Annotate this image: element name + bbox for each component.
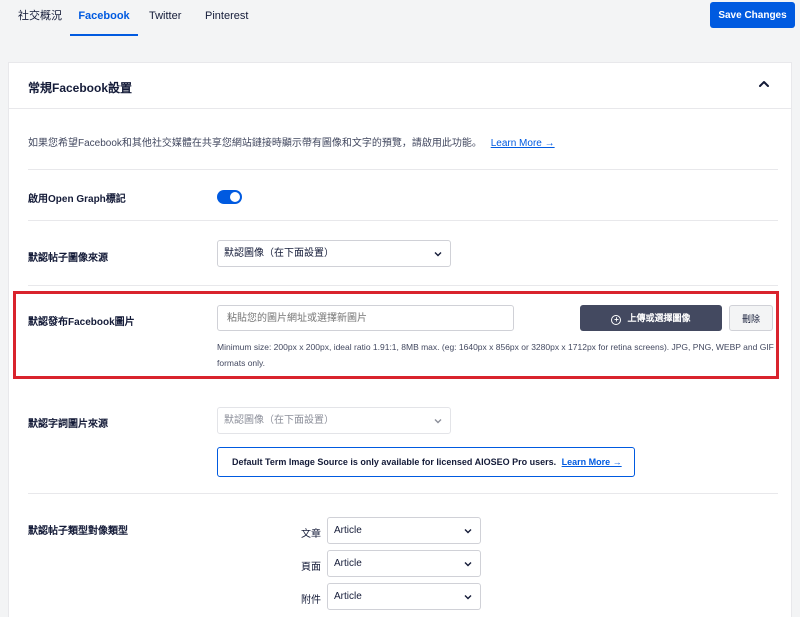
description-text: 如果您希望Facebook和其他社交媒體在共享您網站鏈接時顯示帶有圖像和文字的預… <box>28 138 482 149</box>
toggle-knob <box>230 192 240 202</box>
image-size-hint: Minimum size: 200px x 200px, ideal ratio… <box>217 342 774 368</box>
image-url-input[interactable] <box>217 305 514 331</box>
object-type-row-label: 頁面 <box>301 562 321 573</box>
tab-facebook[interactable]: Facebook <box>70 0 138 36</box>
chevron-down-icon <box>434 252 442 257</box>
object-type-value: Article <box>334 558 362 569</box>
term-image-source-value: 默認圖像（在下面設置） <box>224 415 334 426</box>
save-changes-button[interactable]: Save Changes <box>710 2 795 28</box>
divider <box>28 493 778 494</box>
object-type-row-label: 文章 <box>301 529 321 540</box>
post-image-source-value: 默認圖像（在下面設置） <box>224 248 334 259</box>
divider <box>28 285 778 286</box>
open-graph-toggle[interactable] <box>217 190 242 204</box>
upload-image-label: 上傳或選擇圖像 <box>627 313 691 323</box>
tab-pinterest[interactable]: Pinterest <box>205 0 248 36</box>
object-type-value: Article <box>334 591 362 602</box>
tab-social-overview[interactable]: 社交概況 <box>18 0 62 36</box>
chevron-down-icon <box>464 562 472 567</box>
card-title: 常規Facebook設置 <box>28 81 133 95</box>
top-tab-bar: 社交概況 Facebook Twitter Pinterest Save Cha… <box>0 0 800 36</box>
chevron-down-icon <box>434 419 442 424</box>
facebook-settings-card: 常規Facebook設置 如果您希望Facebook和其他社交媒體在共享您網站鏈… <box>8 62 792 617</box>
object-type-row-label: 附件 <box>301 595 321 606</box>
chevron-down-icon <box>464 529 472 534</box>
post-image-source-label: 默認帖子圖像來源 <box>28 253 108 264</box>
object-type-select-attachment[interactable]: Article <box>327 583 481 610</box>
term-image-source-label: 默認字詞圖片來源 <box>28 419 108 430</box>
chevron-down-icon <box>464 595 472 600</box>
tab-twitter[interactable]: Twitter <box>149 0 181 36</box>
upload-image-button[interactable]: + 上傳或選擇圖像 <box>580 305 722 331</box>
post-image-source-select[interactable]: 默認圖像（在下面設置） <box>217 240 451 267</box>
card-header[interactable]: 常規Facebook設置 <box>9 63 791 109</box>
learn-more-link[interactable]: Learn More → <box>491 138 555 149</box>
object-type-select-page[interactable]: Article <box>327 550 481 577</box>
object-types-label: 默認帖子類型對像類型 <box>28 526 128 537</box>
chevron-up-icon[interactable] <box>755 75 773 93</box>
card-description: 如果您希望Facebook和其他社交媒體在共享您網站鏈接時顯示帶有圖像和文字的預… <box>28 134 555 149</box>
term-image-source-select: 默認圖像（在下面設置） <box>217 407 451 434</box>
plus-circle-icon: + <box>611 315 622 325</box>
object-type-select-post[interactable]: Article <box>327 517 481 544</box>
divider <box>28 169 778 170</box>
pro-notice-learn-more-link[interactable]: Learn More → <box>562 457 622 467</box>
pro-notice-text: Default Term Image Source is only availa… <box>232 457 557 467</box>
open-graph-label: 啟用Open Graph標記 <box>28 194 126 205</box>
object-type-value: Article <box>334 525 362 536</box>
pro-notice: Default Term Image Source is only availa… <box>217 447 635 477</box>
delete-image-button[interactable]: 刪除 <box>729 305 773 331</box>
default-image-label: 默認發布Facebook圖片 <box>28 317 135 328</box>
divider <box>28 220 778 221</box>
